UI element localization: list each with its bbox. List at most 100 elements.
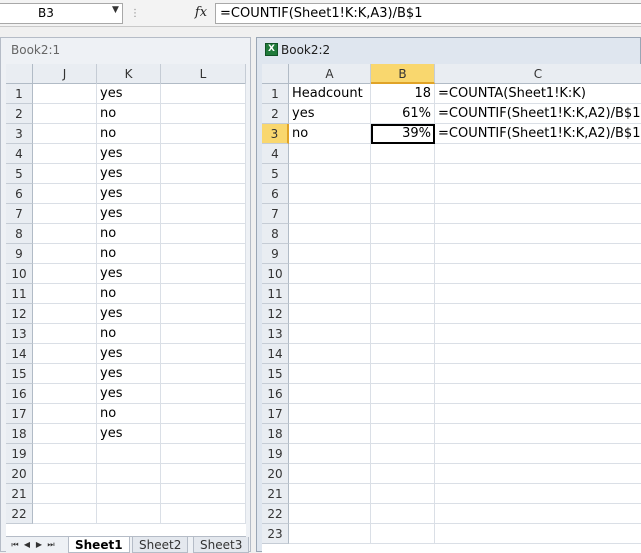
row-header[interactable]: 8: [6, 224, 33, 244]
select-all-corner[interactable]: [262, 64, 289, 84]
cell-b12[interactable]: [371, 304, 435, 324]
row-header[interactable]: 4: [6, 144, 33, 164]
cell-c14[interactable]: [435, 344, 641, 364]
cell-a5[interactable]: [289, 164, 371, 184]
cell-j6[interactable]: [33, 184, 97, 204]
cell-b19[interactable]: [371, 444, 435, 464]
row-header[interactable]: 12: [262, 304, 289, 324]
cell-k22[interactable]: [97, 504, 161, 524]
row-header[interactable]: 1: [262, 84, 289, 104]
cell-c23[interactable]: [435, 524, 641, 544]
row-header[interactable]: 6: [6, 184, 33, 204]
column-header-l[interactable]: L: [161, 64, 246, 84]
cell-l11[interactable]: [161, 284, 246, 304]
cell-c18[interactable]: [435, 424, 641, 444]
cell-j15[interactable]: [33, 364, 97, 384]
cell-l20[interactable]: [161, 464, 246, 484]
cell-a1[interactable]: Headcount: [289, 84, 371, 104]
cell-b16[interactable]: [371, 384, 435, 404]
cell-l19[interactable]: [161, 444, 246, 464]
cell-b11[interactable]: [371, 284, 435, 304]
cell-k9[interactable]: no: [97, 244, 161, 264]
row-header[interactable]: 15: [6, 364, 33, 384]
cell-b9[interactable]: [371, 244, 435, 264]
cell-l22[interactable]: [161, 504, 246, 524]
last-sheet-icon[interactable]: ⏭: [46, 539, 56, 551]
cell-l16[interactable]: [161, 384, 246, 404]
row-header[interactable]: 21: [6, 484, 33, 504]
row-header[interactable]: 13: [262, 324, 289, 344]
cell-l13[interactable]: [161, 324, 246, 344]
cell-c10[interactable]: [435, 264, 641, 284]
cell-b2[interactable]: 61%: [371, 104, 435, 124]
cell-c8[interactable]: [435, 224, 641, 244]
cell-c20[interactable]: [435, 464, 641, 484]
cell-c13[interactable]: [435, 324, 641, 344]
row-header[interactable]: 7: [262, 204, 289, 224]
cell-a21[interactable]: [289, 484, 371, 504]
cell-b1[interactable]: 18: [371, 84, 435, 104]
row-header[interactable]: 2: [262, 104, 289, 124]
cell-c21[interactable]: [435, 484, 641, 504]
cell-a10[interactable]: [289, 264, 371, 284]
cell-k13[interactable]: no: [97, 324, 161, 344]
formula-input[interactable]: =COUNTIF(Sheet1!K:K,A3)/B$1: [215, 3, 641, 24]
cell-a18[interactable]: [289, 424, 371, 444]
cell-a13[interactable]: [289, 324, 371, 344]
cell-k6[interactable]: yes: [97, 184, 161, 204]
cell-b8[interactable]: [371, 224, 435, 244]
cell-b17[interactable]: [371, 404, 435, 424]
cell-c11[interactable]: [435, 284, 641, 304]
cell-b3[interactable]: 39%: [371, 124, 435, 144]
row-header[interactable]: 1: [6, 84, 33, 104]
cell-b23[interactable]: [371, 524, 435, 544]
cell-k17[interactable]: no: [97, 404, 161, 424]
row-header[interactable]: 10: [6, 264, 33, 284]
row-header[interactable]: 4: [262, 144, 289, 164]
row-header[interactable]: 18: [6, 424, 33, 444]
row-header[interactable]: 22: [262, 504, 289, 524]
cell-c16[interactable]: [435, 384, 641, 404]
cell-l5[interactable]: [161, 164, 246, 184]
cell-c2[interactable]: =COUNTIF(Sheet1!K:K,A2)/B$1: [435, 104, 641, 124]
cell-j7[interactable]: [33, 204, 97, 224]
cell-j11[interactable]: [33, 284, 97, 304]
row-header[interactable]: 16: [262, 384, 289, 404]
cell-l1[interactable]: [161, 84, 246, 104]
row-header[interactable]: 18: [262, 424, 289, 444]
row-header[interactable]: 9: [6, 244, 33, 264]
cell-j2[interactable]: [33, 104, 97, 124]
row-header[interactable]: 3: [262, 124, 289, 144]
cell-c4[interactable]: [435, 144, 641, 164]
cell-b4[interactable]: [371, 144, 435, 164]
row-header[interactable]: 5: [6, 164, 33, 184]
cell-k10[interactable]: yes: [97, 264, 161, 284]
column-header-a[interactable]: A: [289, 64, 371, 84]
cell-j4[interactable]: [33, 144, 97, 164]
cell-k7[interactable]: yes: [97, 204, 161, 224]
cell-b6[interactable]: [371, 184, 435, 204]
column-header-j[interactable]: J: [33, 64, 97, 84]
row-header[interactable]: 15: [262, 364, 289, 384]
cell-j12[interactable]: [33, 304, 97, 324]
row-header[interactable]: 14: [262, 344, 289, 364]
row-header[interactable]: 10: [262, 264, 289, 284]
insert-function-button[interactable]: fx: [186, 2, 216, 24]
row-header[interactable]: 9: [262, 244, 289, 264]
row-header[interactable]: 2: [6, 104, 33, 124]
cell-a22[interactable]: [289, 504, 371, 524]
cell-j5[interactable]: [33, 164, 97, 184]
prev-sheet-icon[interactable]: ◀: [22, 539, 32, 551]
cell-l10[interactable]: [161, 264, 246, 284]
cell-k16[interactable]: yes: [97, 384, 161, 404]
cell-l14[interactable]: [161, 344, 246, 364]
row-header[interactable]: 23: [262, 524, 289, 544]
cell-b5[interactable]: [371, 164, 435, 184]
row-header[interactable]: 11: [262, 284, 289, 304]
cell-a11[interactable]: [289, 284, 371, 304]
cell-j9[interactable]: [33, 244, 97, 264]
cell-k14[interactable]: yes: [97, 344, 161, 364]
cell-l21[interactable]: [161, 484, 246, 504]
select-all-corner[interactable]: [6, 64, 33, 84]
row-header[interactable]: 21: [262, 484, 289, 504]
